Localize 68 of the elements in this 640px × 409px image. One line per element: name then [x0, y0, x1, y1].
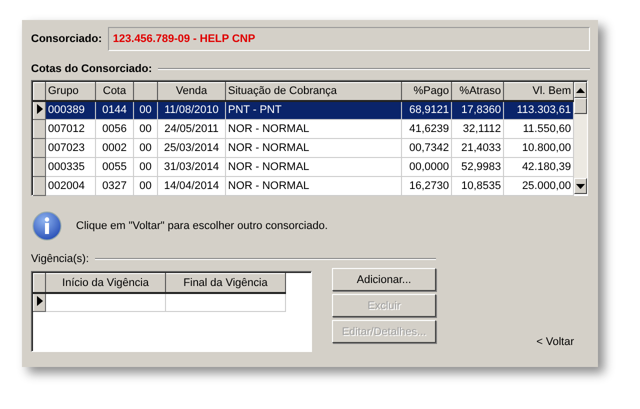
column-header[interactable]: Início da Vigência [46, 274, 166, 292]
column-header[interactable]: Situação de Cobrança [226, 82, 402, 100]
table-cell: 11/08/2010 [164, 104, 219, 116]
table-row[interactable]: 000335 0055 00 31/03/2014 NOR - NORMAL 00,0000 52,9983 42.180,39 [34, 158, 574, 176]
table-cell: 25/03/2014 [164, 142, 220, 154]
column-header[interactable]: Final da Vigência [166, 274, 286, 292]
table-cell: 32,1112 [462, 123, 501, 135]
consorciado-field: 123.456.789-09 - HELP CNP [108, 27, 590, 51]
row-pointer-icon [37, 296, 43, 306]
table-cell: 41,6239 [409, 123, 449, 135]
table-cell: 52,9983 [461, 161, 501, 173]
table-cell: 00,0000 [409, 161, 449, 173]
table-cell: 11.550,60 [522, 123, 571, 135]
scrollbar[interactable] [574, 82, 587, 194]
table-cell: 24/05/2011 [164, 123, 219, 135]
row-pointer-icon [37, 104, 43, 114]
table-cell: 002004 [48, 180, 85, 192]
table-cell: 00 [139, 104, 152, 116]
table-cell: 10,8535 [461, 180, 501, 192]
table-row[interactable]: 007023 0002 00 25/03/2014 NOR - NORMAL 00,7342 21,4033 10.800,00 [34, 138, 574, 158]
column-header[interactable]: Cota [96, 82, 134, 100]
table-cell: 007023 [48, 142, 85, 154]
section-title: Cotas do Consorciado: [31, 63, 152, 75]
table-cell: 00 [139, 123, 152, 135]
table-cell: 10.800,00 [522, 142, 571, 154]
column-header[interactable]: %Atraso [452, 82, 504, 100]
action-button[interactable]: Adicionar... [332, 268, 436, 291]
table-cell: 42.180,39 [522, 161, 571, 173]
table-cell: 14/04/2014 [164, 180, 220, 192]
table-cell: 00 [139, 161, 152, 173]
scroll-down-icon[interactable] [574, 178, 587, 194]
table-cell: NOR - NORMAL [228, 161, 310, 173]
table-cell: NOR - NORMAL [228, 142, 310, 154]
table-cell: 000335 [48, 161, 85, 173]
table-cell: 0056 [102, 123, 127, 135]
table-cell: 17,8360 [461, 104, 501, 116]
table-cell: 113.303,61 [516, 104, 571, 116]
table-cell: 31/03/2014 [164, 161, 220, 173]
table-cell: 0055 [102, 161, 127, 173]
scroll-up-icon[interactable] [574, 82, 587, 98]
table-row[interactable]: 000389 0144 00 11/08/2010 PNT - PNT 68,9121 17,8360 113.303,61 [34, 100, 574, 120]
table-cell: 00 [139, 180, 152, 192]
table-cell: 21,4033 [461, 142, 501, 154]
table-cell: 0002 [102, 142, 127, 154]
table-cell: 0327 [102, 180, 127, 192]
table-cell: NOR - NORMAL [228, 180, 310, 192]
table-cell: 00,7342 [409, 142, 449, 154]
table-cell: 16,2730 [409, 180, 449, 192]
column-header[interactable]: Vl. Bem [504, 82, 574, 100]
table-row[interactable]: 002004 0327 00 14/04/2014 NOR - NORMAL 16,2730 10,8535 25.000,00 [34, 176, 574, 196]
back-link[interactable]: < Voltar [536, 336, 574, 348]
column-header[interactable]: %Pago [402, 82, 452, 100]
scroll-thumb[interactable] [574, 98, 587, 114]
field-label: Consorciado: [31, 33, 102, 45]
table-cell: 007012 [48, 123, 85, 135]
info-message: Clique em "Voltar" para escolher outro consorciado. [76, 220, 328, 232]
table-row[interactable]: 007012 0056 00 24/05/2011 NOR - NORMAL 41,6239 32,1112 11.550,60 [34, 120, 574, 138]
table-cell: NOR - NORMAL [228, 123, 310, 135]
table-cell: 68,9121 [409, 104, 449, 116]
info-icon [32, 211, 62, 241]
table-cell: 25.000,00 [522, 180, 571, 192]
section-title: Vigência(s): [31, 253, 89, 265]
column-header[interactable]: Grupo [46, 82, 96, 100]
table-cell: 0144 [102, 104, 127, 116]
table-cell: 00 [139, 142, 152, 154]
column-header[interactable]: Venda [158, 82, 226, 100]
table-cell: PNT - PNT [228, 104, 282, 116]
table-cell: 000389 [48, 104, 85, 116]
